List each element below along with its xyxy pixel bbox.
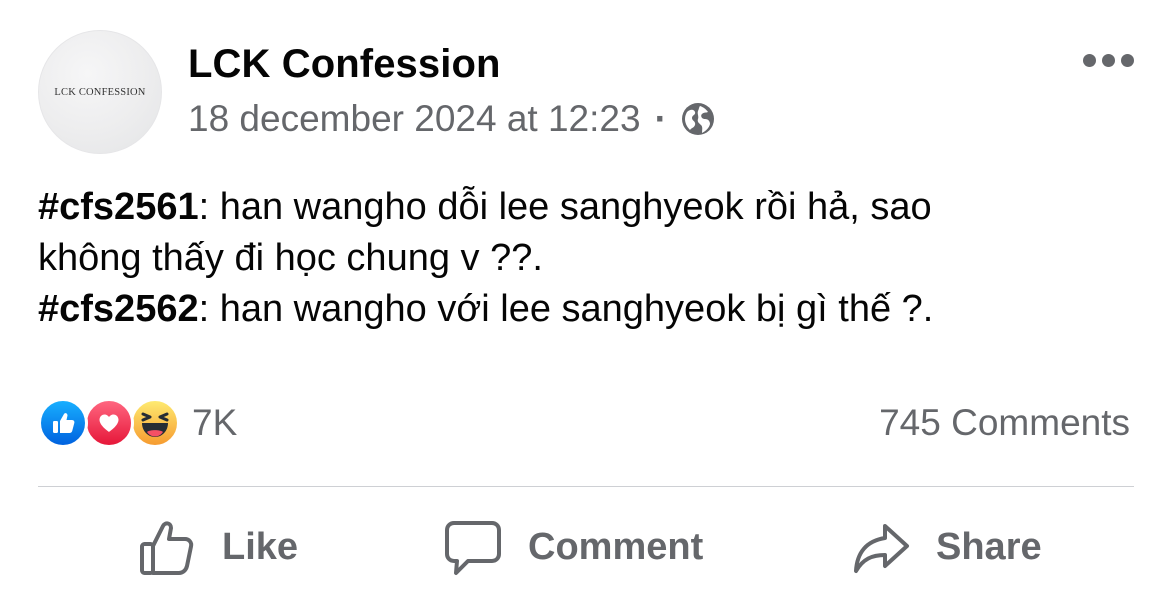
thumbs-up-icon (140, 521, 194, 575)
post-body: #cfs2561: han wangho dỗi lee sanghyeok r… (38, 182, 1138, 335)
comments-count-link[interactable]: 745 Comments (879, 402, 1130, 444)
page-name-link[interactable]: LCK Confession (188, 42, 501, 87)
more-options-icon[interactable] (1083, 54, 1134, 67)
like-button[interactable]: Like (138, 514, 298, 580)
post-line-3: #cfs2562: han wangho với lee sanghyeok b… (38, 284, 1138, 335)
post-timestamp[interactable]: 18 december 2024 at 12:23 (188, 98, 641, 140)
actions-divider (38, 486, 1134, 487)
like-button-label: Like (222, 525, 299, 568)
post-line-2: không thấy đi học chung v ??. (38, 233, 1138, 284)
reactions-summary[interactable]: 7K (38, 398, 237, 448)
avatar-logo-text: LCK CONFESSION (54, 86, 146, 98)
post-line-text: : han wangho dỗi lee sanghyeok rồi hả, s… (198, 186, 932, 228)
hashtag-link[interactable]: #cfs2562 (38, 288, 199, 330)
haha-reaction-icon (130, 398, 180, 448)
share-button-label: Share (936, 525, 1042, 568)
globe-icon[interactable] (679, 100, 717, 138)
comment-button-label: Comment (528, 525, 704, 568)
page-avatar[interactable]: LCK CONFESSION (38, 30, 162, 154)
post-line-text: không thấy đi học chung v ??. (38, 237, 543, 279)
comment-button[interactable]: Comment (444, 514, 703, 580)
share-button[interactable]: Share (852, 514, 1042, 580)
comment-bubble-icon (445, 521, 501, 575)
love-reaction-icon (84, 398, 134, 448)
share-arrow-icon (854, 524, 909, 573)
post-line-text: : han wangho với lee sanghyeok bị gì thế… (198, 288, 934, 330)
post-meta: 18 december 2024 at 12:23 · (188, 98, 717, 140)
reaction-count: 7K (192, 402, 238, 443)
post-card: LCK CONFESSION LCK Confession 18 decembe… (0, 0, 1170, 601)
like-reaction-icon (38, 398, 88, 448)
post-line-1: #cfs2561: han wangho dỗi lee sanghyeok r… (38, 182, 1138, 233)
meta-separator: · (654, 98, 667, 139)
hashtag-link[interactable]: #cfs2561 (38, 186, 199, 228)
